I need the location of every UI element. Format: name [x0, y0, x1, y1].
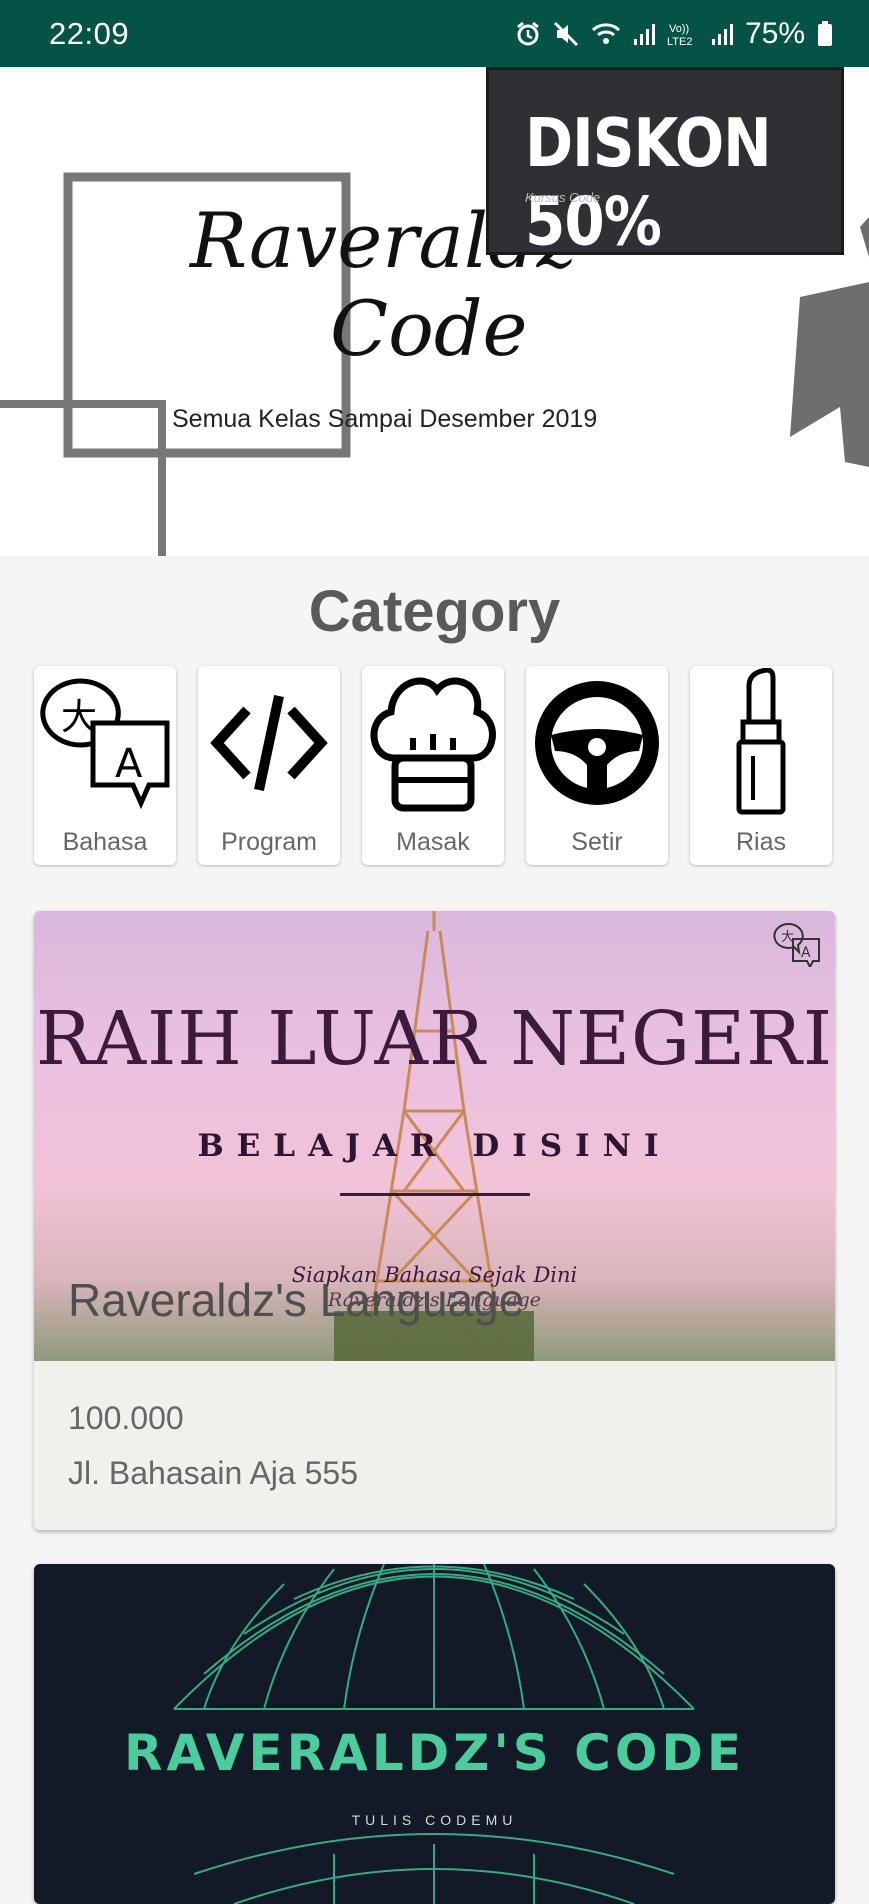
battery-percent: 75%: [744, 16, 805, 50]
category-heading: Category: [308, 579, 561, 644]
code-icon: [198, 668, 340, 818]
signal-icon: [633, 23, 655, 45]
category-label: Masak: [396, 828, 470, 856]
signal-icon-2: [711, 23, 733, 45]
status-time: 22:09: [49, 15, 130, 51]
lipstick-icon: [690, 668, 832, 818]
course-image-headline: RAIH LUAR NEGERI: [35, 996, 834, 1082]
svg-text:A: A: [801, 945, 811, 961]
wifi-icon: [591, 22, 620, 44]
steering-wheel-icon: [526, 668, 668, 818]
status-bar: 22:09 Vo)) LTE2 75%: [0, 0, 869, 67]
category-program[interactable]: Program: [198, 666, 340, 865]
discount-box: DISKON 50% Kursus Code: [486, 67, 844, 260]
svg-text:LTE2: LTE2: [667, 36, 692, 48]
svg-text:A: A: [115, 741, 143, 787]
course-image-subheadline: BELAJAR DISINI: [197, 1128, 672, 1164]
course-image-headline: RAVERALDZ'S CODE: [123, 1724, 746, 1782]
svg-text:Vo)): Vo)): [669, 23, 689, 35]
category-label: Setir: [571, 828, 623, 856]
course-card[interactable]: RAIH LUAR NEGERI BELAJAR DISINI Siapkan …: [34, 911, 835, 1530]
promo-banner[interactable]: Raveraldz Code Semua Kelas Sampai Desemb…: [0, 67, 869, 556]
battery-icon: [818, 20, 832, 46]
category-label: Bahasa: [62, 828, 148, 856]
course-name: Raveraldz's Language: [68, 1274, 525, 1326]
course-price: 100.000: [68, 1400, 184, 1436]
course-image-subheadline: TULIS CODEMU: [351, 1812, 518, 1828]
course-card[interactable]: RAVERALDZ'S CODE TULIS CODEMU: [34, 1564, 835, 1904]
alarm-icon: [517, 21, 539, 45]
category-label: Rias: [735, 828, 786, 856]
discount-subtitle: Kursus Code: [525, 190, 601, 205]
category-rias[interactable]: Rias: [690, 666, 832, 865]
chef-hat-icon: [362, 668, 504, 818]
category-label: Program: [221, 828, 317, 856]
volte-icon: Vo)) LTE2: [667, 23, 692, 48]
mute-icon: [553, 21, 579, 46]
course-address: Jl. Bahasain Aja 555: [68, 1455, 358, 1491]
banner-subtitle: Semua Kelas Sampai Desember 2019: [172, 405, 598, 433]
translate-icon: 大 A: [773, 921, 821, 972]
discount-title: DISKON 50%: [525, 104, 772, 261]
category-masak[interactable]: Masak: [362, 666, 504, 865]
translate-icon: 大 A: [34, 668, 176, 818]
category-list: 大 A Bahasa Program Masak Setir Rias: [34, 666, 834, 865]
status-icons: Vo)) LTE2 75%: [515, 17, 833, 51]
divider-line: [340, 1193, 530, 1196]
category-bahasa[interactable]: 大 A Bahasa: [34, 666, 176, 865]
category-setir[interactable]: Setir: [526, 666, 668, 865]
course-image: RAIH LUAR NEGERI BELAJAR DISINI Siapkan …: [34, 911, 835, 1361]
